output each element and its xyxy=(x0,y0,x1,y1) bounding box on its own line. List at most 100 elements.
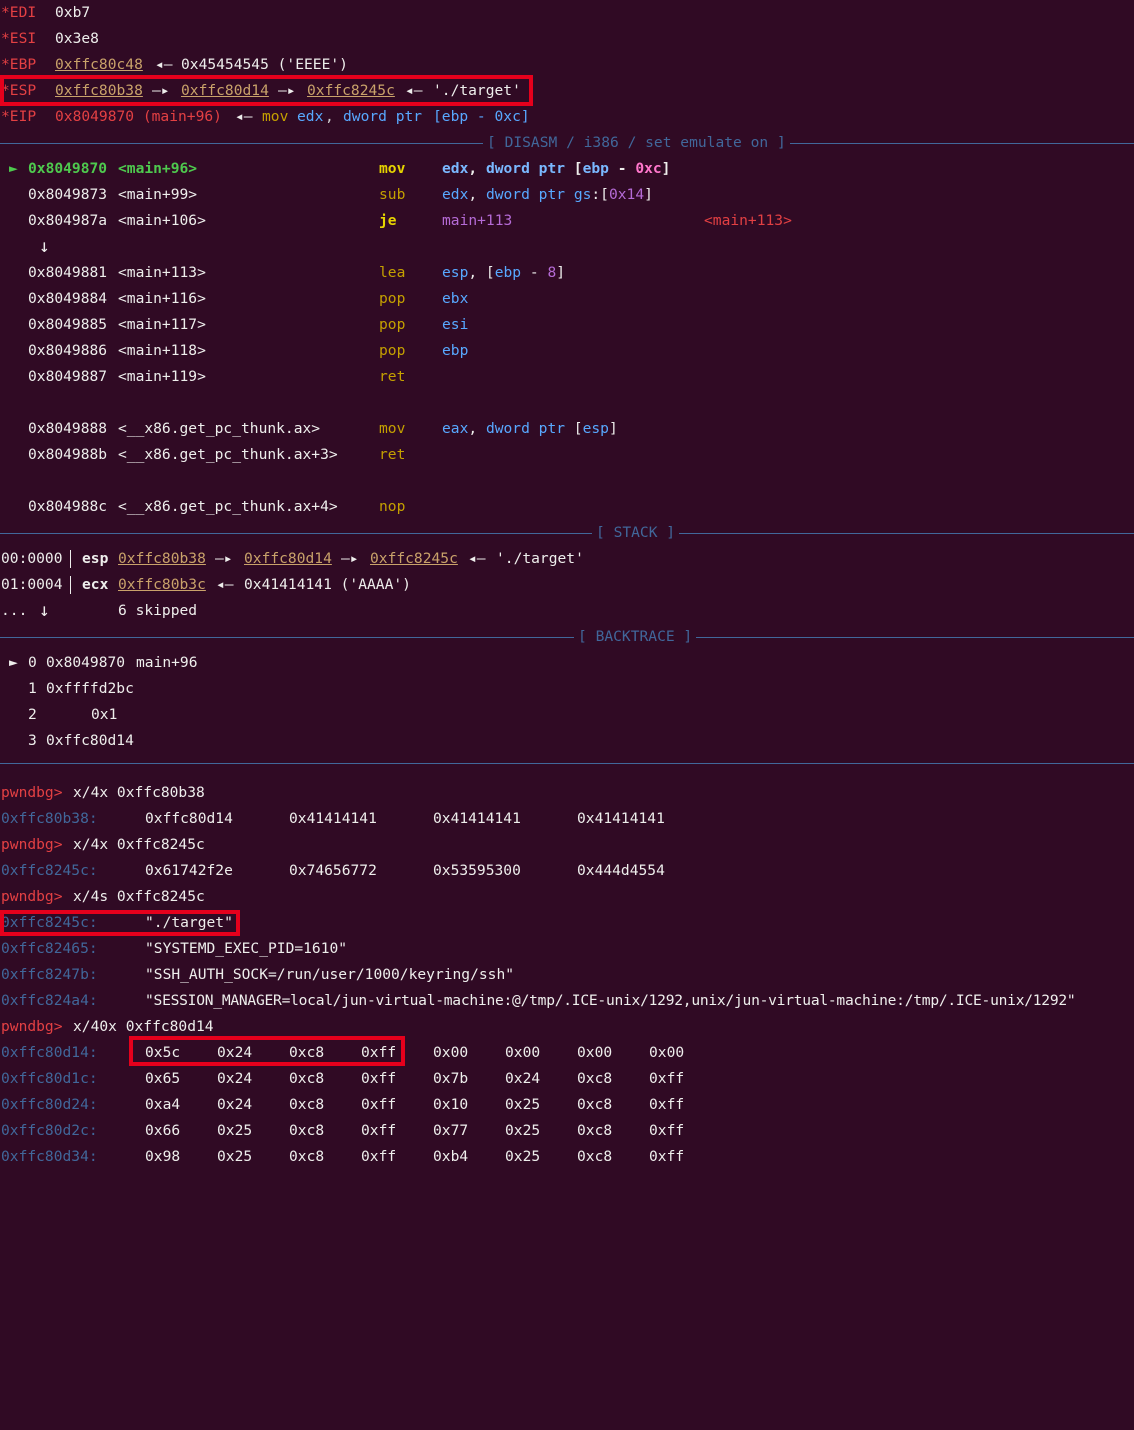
frame-address: 0x8049870 xyxy=(46,654,126,671)
disasm-mnemonic: mov xyxy=(379,420,406,437)
stack-address: 0xffc8245c xyxy=(370,550,458,567)
terminal-window[interactable]: *EDI 0xb7 *ESI 0x3e8 *EBP 0xffc80c48 ◂— … xyxy=(0,0,1134,1165)
memory-byte: 0x00 xyxy=(649,1044,685,1061)
memory-address: 0xffc80d14: xyxy=(1,1044,98,1061)
memory-word: 0x41414141 xyxy=(289,810,377,827)
memory-address: 0xffc8247b: xyxy=(1,966,98,983)
command-line[interactable]: pwndbg> x/4x 0xffc80b38 xyxy=(0,780,205,806)
disasm-operands: ebx xyxy=(442,290,469,307)
disasm-symbol: <main+96> xyxy=(118,160,198,177)
prompt: pwndbg> xyxy=(1,1018,63,1035)
arrow-right-icon: —▸ xyxy=(215,550,233,567)
memory-byte: 0xc8 xyxy=(577,1096,613,1113)
bytes-highlight-box xyxy=(129,1036,405,1066)
eip-operand-bracket: [ebp - 0xc] xyxy=(433,108,530,125)
disasm-symbol: <main+99> xyxy=(118,186,198,203)
disasm-line[interactable]: 0x8049885 <main+117> pop esi xyxy=(0,312,468,338)
command-text: x/4x 0xffc80b38 xyxy=(73,784,205,801)
stack-row-skipped: ... ↓ 6 skipped xyxy=(0,598,197,624)
disasm-line[interactable]: 0x804988c <__x86.get_pc_thunk.ax+4> nop xyxy=(0,494,405,520)
memory-byte: 0x77 xyxy=(433,1122,469,1139)
memory-word: 0x61742f2e xyxy=(145,862,233,879)
frame-number: 1 xyxy=(28,680,37,697)
stack-row[interactable]: 01:0004 ecx 0xffc80b3c ◂— 0x41414141 ('A… xyxy=(0,572,411,598)
byte-row: 0xffc80d2c: 0x66 0x25 0xc8 0xff 0x77 0x2… xyxy=(0,1118,684,1144)
disasm-line[interactable]: 0x8049884 <main+116> pop ebx xyxy=(0,286,468,312)
frame-number: 2 xyxy=(28,706,37,723)
current-frame-icon: ► xyxy=(9,654,18,671)
memory-word: 0x41414141 xyxy=(433,810,521,827)
memory-byte: 0x00 xyxy=(577,1044,613,1061)
disasm-line[interactable]: 0x804988b <__x86.get_pc_thunk.ax+3> ret xyxy=(0,442,405,468)
command-line[interactable]: pwndbg> x/4s 0xffc8245c xyxy=(0,884,205,910)
memory-byte: 0xff xyxy=(649,1122,685,1139)
memory-byte: 0x65 xyxy=(145,1070,181,1087)
disasm-address: 0x8049885 xyxy=(28,316,108,333)
disasm-line[interactable]: 0x8049888 <__x86.get_pc_thunk.ax> mov ea… xyxy=(0,416,618,442)
disasm-operands: ebp xyxy=(442,342,469,359)
disasm-line-current[interactable]: ► 0x8049870 <main+96> mov edx, dword ptr… xyxy=(0,156,670,182)
register-address: 0x8049870 (main+96) xyxy=(55,108,222,125)
disasm-mnemonic: sub xyxy=(379,186,406,203)
byte-row: 0xffc80d14: 0x5c 0x24 0xc8 0xff 0x00 0x0… xyxy=(0,1040,684,1066)
register-name: *ESI xyxy=(1,30,37,47)
disasm-line[interactable]: 0x8049887 <main+119> ret xyxy=(0,364,405,390)
disasm-symbol: <main+117> xyxy=(118,316,206,333)
command-line[interactable]: pwndbg> x/40x 0xffc80d14 xyxy=(0,1014,214,1040)
stack-address: 0xffc80b3c xyxy=(118,576,206,593)
arrow-right-icon: —▸ xyxy=(341,550,359,567)
disasm-address: 0x8049870 xyxy=(28,160,108,177)
register-eip: *EIP 0x8049870 (main+96) ◂— mov edx , dw… xyxy=(0,104,530,130)
memory-byte: 0xc8 xyxy=(577,1070,613,1087)
disasm-address: 0x8049888 xyxy=(28,420,108,437)
memory-byte: 0xc8 xyxy=(577,1148,613,1165)
memory-byte: 0xb4 xyxy=(433,1148,469,1165)
memory-byte: 0x25 xyxy=(505,1148,541,1165)
disasm-line[interactable]: 0x804987a <main+106> je main+113 <main+1… xyxy=(0,208,792,234)
disasm-operands: eax, dword ptr [esp] xyxy=(442,420,618,437)
stack-index: 00:0000 xyxy=(1,550,63,567)
memory-byte: 0xc8 xyxy=(289,1070,325,1087)
current-instruction-icon: ► xyxy=(9,160,18,177)
memory-address: 0xffc8245c: xyxy=(1,862,98,879)
memory-byte: 0xff xyxy=(361,1070,397,1087)
memory-string: "SYSTEMD_EXEC_PID=1610" xyxy=(145,940,348,957)
eip-operand: dword ptr xyxy=(343,108,423,125)
command-line[interactable]: pwndbg> x/4x 0xffc8245c xyxy=(0,832,205,858)
command-text: x/4x 0xffc8245c xyxy=(73,836,205,853)
prompt: pwndbg> xyxy=(1,888,63,905)
disasm-symbol: <__x86.get_pc_thunk.ax> xyxy=(118,420,321,437)
stack-index: ... xyxy=(1,602,28,619)
frame-number: 0 xyxy=(28,654,37,671)
string-row: 0xffc8247b: "SSH_AUTH_SOCK=/run/user/100… xyxy=(0,962,514,988)
disasm-header: [ DISASM / i386 / set emulate on ] xyxy=(483,130,790,156)
section-end-separator xyxy=(0,750,1134,776)
memory-byte: 0xc8 xyxy=(289,1148,325,1165)
separator-line xyxy=(0,533,1134,534)
register-name: *EIP xyxy=(1,108,37,125)
backtrace-frame[interactable]: 2 0x1 xyxy=(0,702,117,728)
register-esi: *ESI 0x3e8 xyxy=(0,26,99,52)
arrow-left-icon: ◂— xyxy=(216,576,234,593)
byte-row: 0xffc80d1c: 0x65 0x24 0xc8 0xff 0x7b 0x2… xyxy=(0,1066,684,1092)
backtrace-frame[interactable]: ► 0 0x8049870 main+96 xyxy=(0,650,198,676)
memory-byte: 0x25 xyxy=(505,1122,541,1139)
memory-byte: 0xff xyxy=(649,1070,685,1087)
disasm-line[interactable]: 0x8049873 <main+99> sub edx, dword ptr g… xyxy=(0,182,653,208)
disasm-line[interactable]: 0x8049886 <main+118> pop ebp xyxy=(0,338,468,364)
stack-deref: './target' xyxy=(496,550,584,567)
jump-target: <main+113> xyxy=(704,212,792,229)
arrow-left-icon: ◂— xyxy=(235,108,253,125)
stack-index: 01:0004 xyxy=(1,576,63,593)
disasm-line[interactable]: 0x8049881 <main+113> lea esp, [ebp - 8] xyxy=(0,260,565,286)
register-value: 0x3e8 xyxy=(55,30,99,47)
disasm-operands: edx, dword ptr gs:[0x14] xyxy=(442,186,653,203)
disasm-mnemonic: pop xyxy=(379,290,406,307)
memory-byte: 0xa4 xyxy=(145,1096,181,1113)
stack-deref: 0x41414141 ('AAAA') xyxy=(244,576,411,593)
eip-mnemonic: mov xyxy=(262,108,289,125)
backtrace-frame[interactable]: 1 0xffffd2bc xyxy=(0,676,134,702)
string-highlight-box xyxy=(0,910,240,936)
stack-row[interactable]: 00:0000 esp 0xffc80b38 —▸ 0xffc80d14 —▸ … xyxy=(0,546,584,572)
stack-divider xyxy=(70,550,71,568)
